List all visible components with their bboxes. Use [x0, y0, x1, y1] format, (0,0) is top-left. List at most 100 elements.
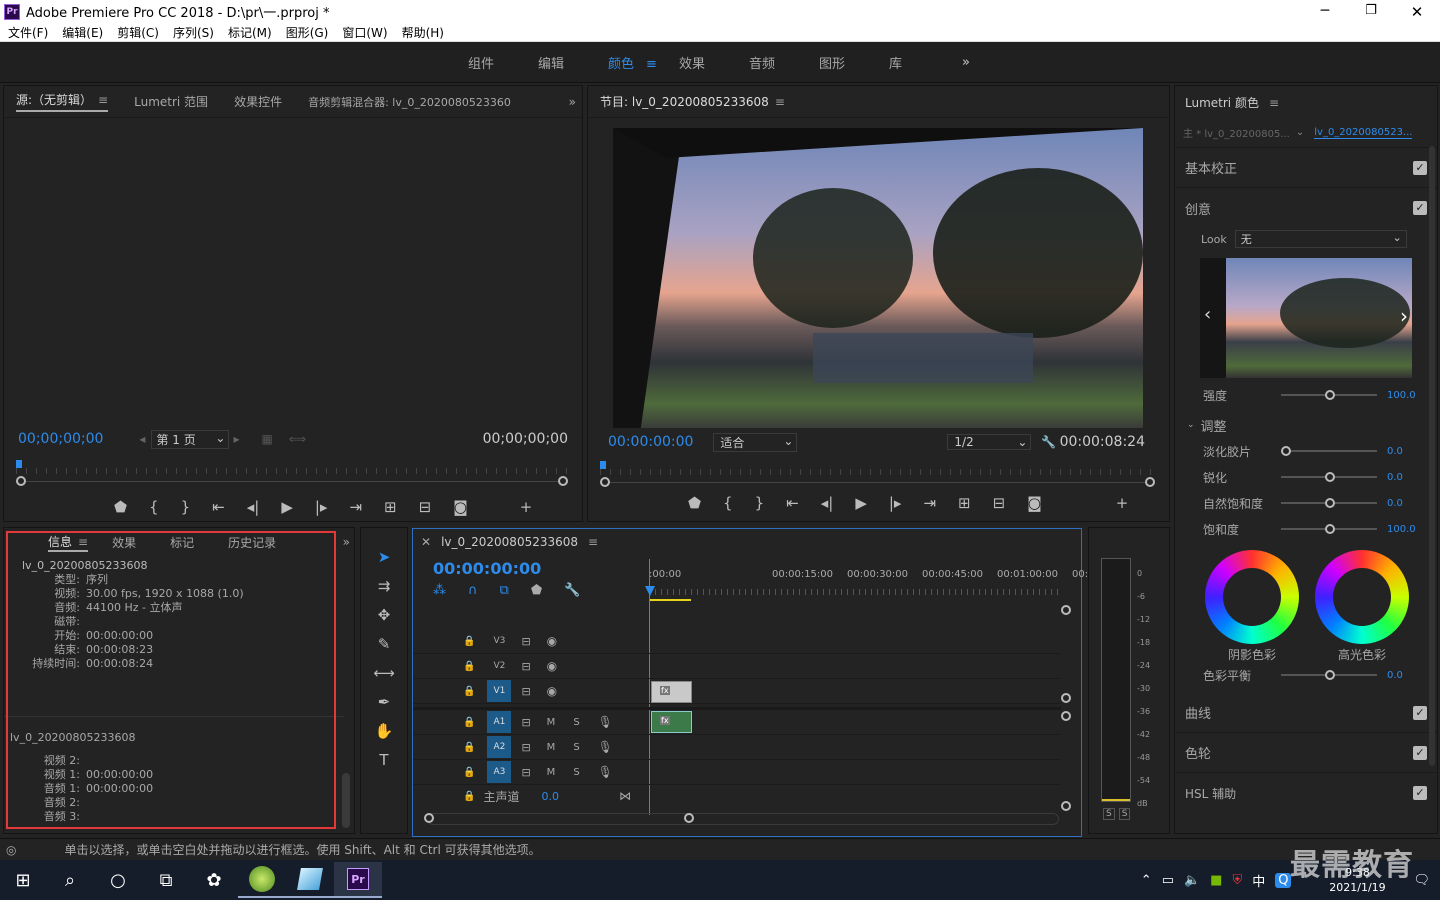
cortana-icon[interactable]: ○: [94, 862, 142, 898]
strength-slider[interactable]: [1281, 390, 1377, 400]
curves-checkbox[interactable]: ✓: [1413, 705, 1427, 720]
color-balance-slider[interactable]: [1281, 670, 1377, 680]
slider-knob[interactable]: [1325, 524, 1335, 534]
tab-audio-mixer[interactable]: 音频剪辑混合器: lv_0_2020080523360: [308, 94, 511, 110]
track-area[interactable]: [649, 735, 650, 760]
workspace-graphics[interactable]: 图形: [819, 53, 845, 72]
camera-icon[interactable]: ◙: [453, 498, 468, 516]
lock-icon[interactable]: 🔒: [463, 661, 475, 672]
microphone-icon[interactable]: 🎙: [598, 715, 613, 729]
menu-file[interactable]: 文件(F): [8, 24, 48, 41]
lumetri-scrollbar[interactable]: [1429, 146, 1435, 766]
workspace-overflow-icon[interactable]: »: [962, 55, 970, 70]
pen-icon[interactable]: ✒: [378, 693, 391, 711]
lock-icon[interactable]: 🔒: [463, 791, 475, 802]
add-marker-icon[interactable]: ⬟: [531, 583, 542, 598]
menu-graphics[interactable]: 图形(G): [286, 24, 329, 41]
add-button-icon[interactable]: +: [520, 498, 533, 516]
premiere-taskbar-icon[interactable]: Pr: [334, 862, 382, 898]
look-dropdown[interactable]: 无 ⌄: [1234, 230, 1407, 248]
notification-icon[interactable]: 🗨: [1413, 873, 1430, 888]
vibrance-slider[interactable]: [1281, 498, 1377, 508]
panel-overflow-icon[interactable]: »: [569, 95, 576, 109]
faded-slider[interactable]: [1281, 446, 1377, 456]
nvidia-icon[interactable]: ■: [1210, 873, 1222, 888]
toggle-output-icon[interactable]: ◉: [547, 684, 557, 698]
camera-icon[interactable]: ◙: [1027, 494, 1042, 512]
menu-clip[interactable]: 剪辑(C): [117, 24, 159, 41]
master-volume[interactable]: 0.0: [541, 790, 559, 803]
volume-icon[interactable]: 🔈: [1184, 873, 1200, 888]
nest-icon[interactable]: ⁂: [433, 583, 446, 598]
ime-indicator[interactable]: 中: [1252, 871, 1265, 890]
workspace-effects[interactable]: 效果: [679, 53, 705, 72]
wrench-icon[interactable]: 🔧: [1041, 435, 1056, 449]
pinwheel-app-icon[interactable]: ✿: [190, 862, 238, 898]
extract-icon[interactable]: ⊟: [993, 494, 1006, 512]
v1-clip[interactable]: fx: [651, 681, 692, 703]
track-label[interactable]: A1: [487, 711, 512, 733]
program-scrub-bar[interactable]: [600, 461, 1155, 487]
step-back-icon[interactable]: ◂|: [247, 498, 260, 516]
tab-source[interactable]: 源:（无剪辑） ≡: [16, 91, 109, 112]
look-prev-icon[interactable]: ‹: [1204, 304, 1211, 325]
timeline-v-scrollbar[interactable]: [1061, 605, 1075, 811]
section-color-wheels[interactable]: 色轮 ✓: [1175, 733, 1437, 773]
menu-window[interactable]: 窗口(W): [342, 24, 387, 41]
track-label[interactable]: V1: [487, 680, 512, 702]
mark-in-icon[interactable]: {: [723, 494, 733, 512]
solo-button[interactable]: S: [573, 767, 579, 778]
step-forward-icon[interactable]: |▸: [315, 498, 328, 516]
info-scrollbar[interactable]: [342, 773, 350, 828]
add-marker-icon[interactable]: ⬟: [688, 494, 701, 512]
program-timecode[interactable]: 00:00:00:00: [608, 434, 693, 450]
master-clip-selector[interactable]: 主 * lv_0_20200805...: [1183, 125, 1290, 140]
sync-lock-icon[interactable]: ⊟: [521, 766, 530, 779]
workspace-assembly[interactable]: 组件: [468, 53, 494, 72]
play-icon[interactable]: ▶: [855, 494, 867, 512]
track-area[interactable]: [649, 629, 650, 654]
mark-out-icon[interactable]: }: [755, 494, 765, 512]
menu-marker[interactable]: 标记(M): [228, 24, 272, 41]
windows-start-icon[interactable]: ⊞: [0, 862, 46, 898]
wheels-checkbox[interactable]: ✓: [1413, 745, 1427, 760]
section-basic-correction[interactable]: 基本校正 ✓: [1175, 148, 1437, 188]
mute-button[interactable]: M: [547, 717, 556, 728]
lock-icon[interactable]: 🔒: [463, 686, 475, 697]
linked-select-icon[interactable]: ⧉: [500, 583, 509, 598]
slip-icon[interactable]: ⟷: [373, 664, 395, 682]
lock-icon[interactable]: 🔒: [463, 717, 475, 728]
workspace-color[interactable]: 颜色 ≡: [608, 53, 657, 72]
track-select-icon[interactable]: ⇉: [378, 577, 391, 595]
tab-lumetri-color[interactable]: Lumetri 颜色 ≡: [1185, 94, 1279, 111]
go-to-out-icon[interactable]: ⇥: [923, 494, 936, 512]
workspace-libraries[interactable]: 库: [889, 53, 902, 72]
mark-out-icon[interactable]: }: [181, 498, 191, 516]
menu-edit[interactable]: 编辑(E): [62, 24, 103, 41]
highlight-color-wheel[interactable]: [1315, 550, 1409, 644]
toggle-output-icon[interactable]: ◉: [547, 659, 557, 673]
go-to-in-icon[interactable]: ⇤: [212, 498, 225, 516]
track-label[interactable]: V2: [487, 655, 511, 677]
slider-knob[interactable]: [1325, 498, 1335, 508]
fit-dropdown[interactable]: 适合 ⌄: [713, 432, 798, 452]
solo-button[interactable]: S: [573, 742, 579, 753]
green-ball-app-icon[interactable]: [238, 862, 286, 898]
shadow-color-wheel[interactable]: [1205, 550, 1299, 644]
mark-in-icon[interactable]: {: [149, 498, 159, 516]
lift-icon[interactable]: ⊞: [958, 494, 971, 512]
sequence-clip-selector[interactable]: lv_0_2020080523...: [1314, 127, 1413, 139]
tab-effect-controls[interactable]: 效果控件: [234, 93, 282, 110]
network-icon[interactable]: ▭: [1162, 873, 1174, 888]
sync-lock-icon[interactable]: ⊟: [521, 635, 530, 648]
sync-lock-icon[interactable]: ⊟: [521, 685, 530, 698]
lock-icon[interactable]: 🔒: [463, 742, 475, 753]
look-next-icon[interactable]: ›: [1400, 304, 1408, 328]
workspace-editing[interactable]: 编辑: [538, 53, 564, 72]
security-icon[interactable]: ⛨: [1232, 873, 1242, 888]
task-view-icon[interactable]: ⧉: [142, 862, 190, 898]
tab-lumetri-scopes[interactable]: Lumetri 范围: [134, 93, 208, 110]
page-dropdown[interactable]: 第 1 页 ⌄: [151, 429, 230, 449]
section-creative[interactable]: 创意 ✓: [1175, 188, 1437, 228]
sync-lock-icon[interactable]: ⊟: [521, 741, 530, 754]
